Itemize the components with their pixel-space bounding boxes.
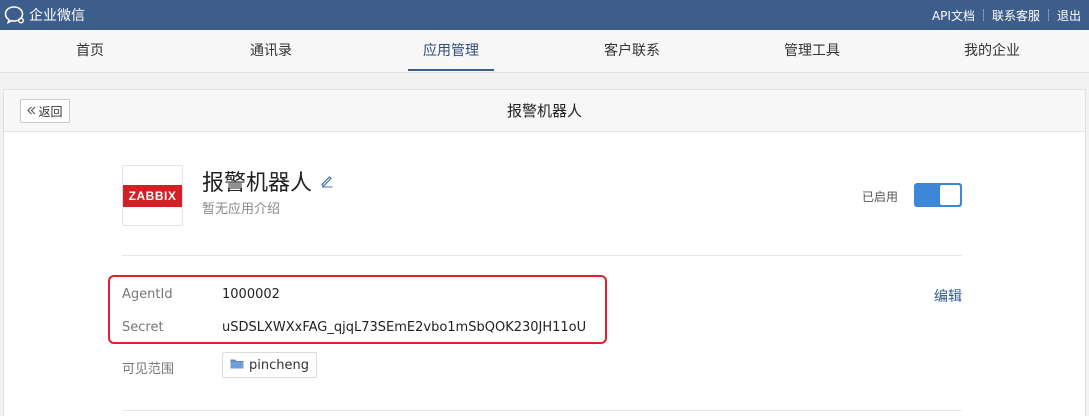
page-title: 报警机器人 bbox=[506, 102, 582, 120]
enable-toggle[interactable] bbox=[914, 183, 962, 207]
nav-item-app-management[interactable]: 应用管理 bbox=[408, 30, 494, 72]
nav-item-home[interactable]: 首页 bbox=[60, 30, 120, 72]
nav-item-my-enterprise[interactable]: 我的企业 bbox=[952, 30, 1032, 72]
chat-bubble-icon bbox=[4, 5, 26, 25]
app-name: 报警机器人 bbox=[202, 171, 313, 196]
zabbix-logo-text: ZABBIX bbox=[123, 184, 182, 207]
app-logo: ZABBIX bbox=[122, 165, 183, 226]
pencil-icon[interactable] bbox=[320, 169, 334, 194]
app-name-row: 报警机器人 bbox=[202, 165, 334, 197]
api-docs-link[interactable]: API文档 bbox=[932, 7, 975, 24]
secret-value: uSDSLXWXxFAG_qjqL73SEmE2vbo1mSbQOK230JH1… bbox=[222, 320, 587, 335]
status-label: 已启用 bbox=[862, 190, 899, 204]
contact-support-link[interactable]: 联系客服 bbox=[992, 7, 1040, 24]
nav-item-contacts[interactable]: 通讯录 bbox=[236, 30, 306, 72]
agentid-label: AgentId bbox=[122, 287, 173, 302]
folder-icon bbox=[230, 358, 244, 373]
logout-link[interactable]: 退出 bbox=[1057, 7, 1081, 24]
link-divider bbox=[1047, 9, 1049, 21]
divider bbox=[122, 410, 962, 411]
divider bbox=[122, 255, 962, 256]
top-links: API文档 联系客服 退出 bbox=[932, 0, 1081, 30]
edit-link[interactable]: 编辑 bbox=[934, 286, 962, 306]
visible-scope-label: 可见范围 bbox=[122, 362, 175, 377]
brand-logo[interactable]: 企业微信 bbox=[4, 4, 85, 26]
top-bar: 企业微信 API文档 联系客服 退出 bbox=[0, 0, 1089, 30]
agentid-value: 1000002 bbox=[222, 287, 280, 302]
visible-scope-value: pincheng bbox=[249, 357, 309, 373]
main-nav: 首页 通讯录 应用管理 客户联系 管理工具 我的企业 bbox=[0, 30, 1089, 73]
nav-item-customer-contact[interactable]: 客户联系 bbox=[592, 30, 672, 72]
card-header: 返回 报警机器人 bbox=[4, 90, 1085, 132]
visible-scope-chip[interactable]: pincheng bbox=[222, 352, 317, 378]
nav-item-management-tools[interactable]: 管理工具 bbox=[772, 30, 852, 72]
app-detail-card: 返回 报警机器人 ZABBIX 报警机器人 暂无应用介绍 已启用 AgentId… bbox=[3, 89, 1086, 416]
app-description: 暂无应用介绍 bbox=[202, 202, 281, 217]
secret-label: Secret bbox=[122, 320, 164, 335]
brand-name: 企业微信 bbox=[29, 8, 85, 24]
link-divider bbox=[982, 9, 984, 21]
toggle-knob bbox=[940, 185, 960, 205]
